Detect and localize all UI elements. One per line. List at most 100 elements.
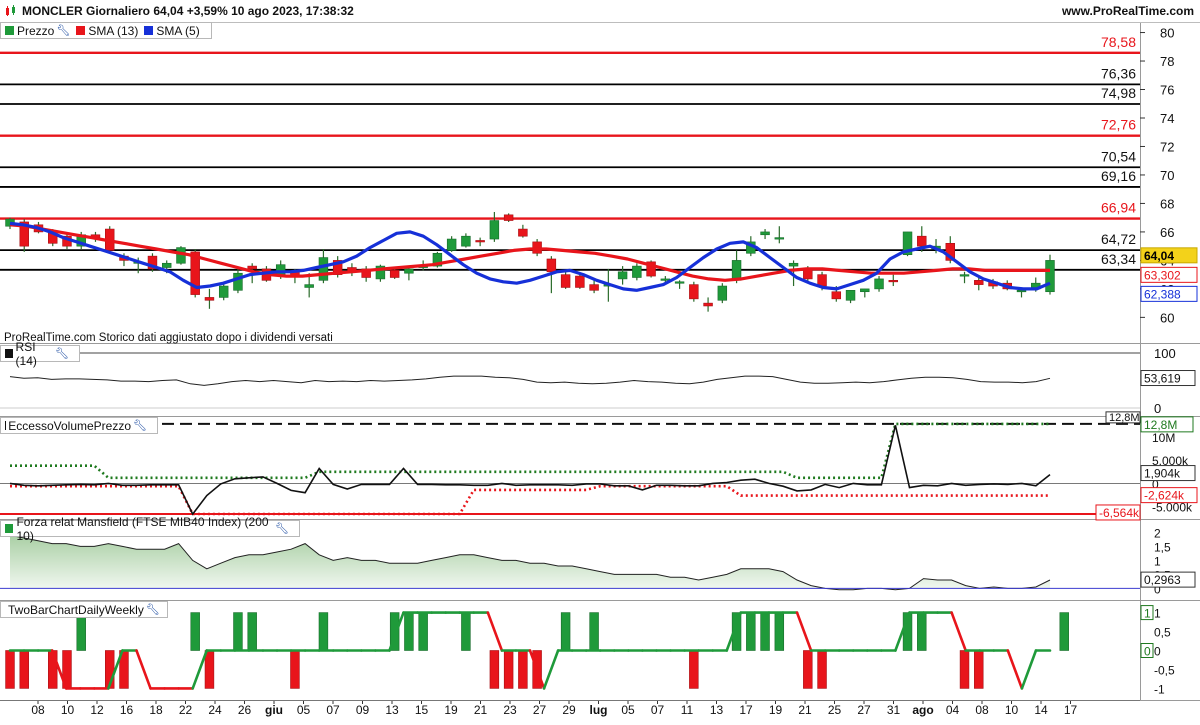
x-tick-label: 24 [208,703,222,717]
twobar-bar [490,651,499,689]
candle-body [775,238,784,240]
candle-body [632,266,641,277]
candle-body [675,282,684,284]
twobar-line-segment [136,651,150,689]
x-tick-label: 07 [326,703,340,717]
volume-green-tag-text: 12,8M [1144,418,1177,432]
candle-body [974,280,983,284]
rsi-swatch [5,349,13,358]
level-label: 78,58 [1101,34,1136,50]
volume-min-tag-text: -6,564k [1099,506,1140,520]
candle-body [889,280,898,282]
wrench-icon[interactable]: 🔧︎ [275,522,289,535]
candle-body [205,297,214,300]
price-tick-label: 68 [1160,196,1174,211]
candle-body [832,292,841,299]
mansfield-swatch [5,524,13,533]
sma13-swatch [76,26,85,35]
candle-body [846,290,855,300]
mansfield-area [10,535,1050,590]
twobar-tick-label: -0,5 [1154,663,1175,677]
level-label: 63,34 [1101,251,1136,267]
site-link[interactable]: www.ProRealTime.com [1062,4,1194,18]
twobar-bar [248,613,257,651]
level-label: 76,36 [1101,65,1136,81]
legend-mansfield-label: Forza relat Mansfield (FTSE MIB40 Index)… [16,515,273,543]
candle-body [219,286,228,297]
x-tick-label: 09 [356,703,370,717]
rsi-tick-label: 0 [1154,401,1161,416]
price-value-tag-text: 62,388 [1144,287,1181,301]
twobar-bar [818,651,827,689]
x-tick-label: 15 [415,703,429,717]
legend-sma13-label: SMA (13) [88,24,138,38]
twobar-line-segment [488,613,502,651]
x-tick-label: 31 [887,703,901,717]
price-tick-label: 78 [1160,54,1174,69]
level-label: 70,54 [1101,148,1136,164]
candle-body [818,275,827,286]
legend-volume[interactable]: EccessoVolumePrezzo 🔧︎ [0,417,158,434]
candle-body [561,275,570,288]
twobar-bar [504,651,513,689]
x-tick-label: 21 [474,703,488,717]
twobar-tick-label: 0 [1154,645,1161,659]
mansfield-tick-label: 1,5 [1154,540,1171,554]
level-label: 66,94 [1101,200,1136,216]
candle-body [162,263,171,267]
candle-body [1046,260,1055,291]
header-bar: MONCLER Giornaliero 64,04 +3,59% 10 ago … [0,0,1200,23]
dividend-note: ProRealTime.com Storico dati aggiustato … [4,332,333,344]
x-tick-label: 11 [681,703,694,717]
twobar-bar [404,613,413,651]
x-tick-label: 26 [238,703,252,717]
twobar-line-segment [797,613,811,651]
twobar-bar [561,613,570,651]
twobar-bar [917,613,926,651]
x-tick-label: 19 [444,703,458,717]
wrench-icon[interactable]: 🔧︎ [55,347,69,360]
legend-mansfield[interactable]: Forza relat Mansfield (FTSE MIB40 Index)… [0,520,300,537]
twobar-bar [960,651,969,689]
level-label: 69,16 [1101,168,1136,184]
twobar-bar [590,613,599,651]
legend-price-label: Prezzo [17,24,54,38]
x-tick-label: 04 [946,703,960,717]
level-label: 72,76 [1101,117,1136,133]
candle-body [319,258,328,281]
wrench-icon[interactable]: 🔧︎ [133,419,147,432]
candle-body [390,270,399,277]
legend-volume-label: EccessoVolumePrezzo [8,419,131,433]
legend-twobar[interactable]: TwoBarChartDailyWeekly 🔧︎ [0,601,168,618]
legend-twobar-label: TwoBarChartDailyWeekly [8,603,144,617]
candle-body [789,263,798,266]
rsi-tick-label: 100 [1154,346,1176,361]
volume-line [10,425,1050,514]
candle-body [1017,290,1026,292]
twobar-bar [77,613,86,651]
twobar-tick-label: 0,5 [1154,626,1171,640]
candle-body [761,232,770,235]
wrench-icon[interactable]: 🔧︎ [56,24,70,37]
price-tick-label: 70 [1160,168,1174,183]
level-label: 64,72 [1101,231,1136,247]
candle-body [575,276,584,287]
candle-body [960,275,969,277]
candlestick-icon [5,5,17,17]
candle-body [547,259,556,272]
candle-body [704,303,713,306]
x-tick-label: 13 [385,703,399,717]
x-tick-label: 05 [621,703,635,717]
mansfield-tick-label: 1 [1154,554,1161,568]
x-tick-label: 17 [739,703,753,717]
wrench-icon[interactable]: 🔧︎ [146,603,160,616]
price-swatch [5,26,14,35]
candle-body [689,285,698,299]
legend-rsi[interactable]: RSI (14) 🔧︎ [0,345,80,362]
twobar-bar [803,651,812,689]
level-label: 74,98 [1101,85,1136,101]
legend-price[interactable]: Prezzo 🔧︎ SMA (13) SMA (5) [0,22,212,39]
x-tick-label: 18 [149,703,163,717]
x-tick-label: 05 [297,703,311,717]
sma5-swatch [144,26,153,35]
